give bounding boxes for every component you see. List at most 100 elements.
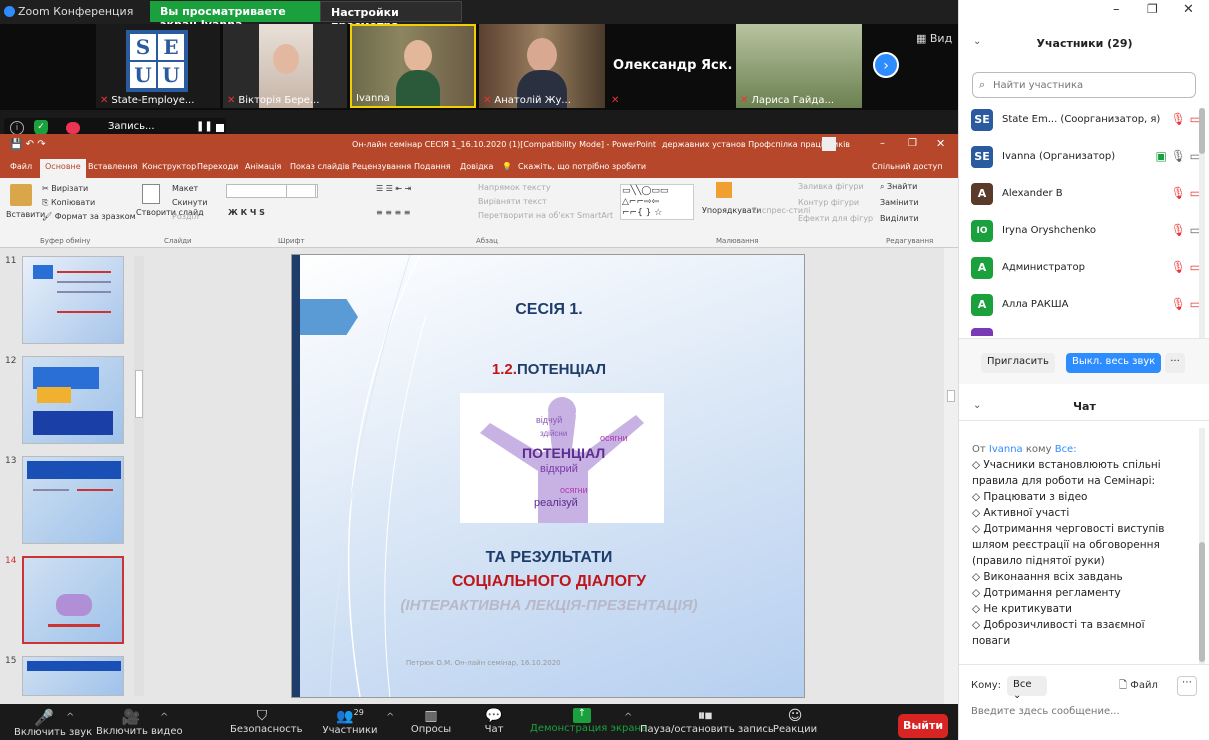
mic-icon[interactable]: 🎙 — [1167, 149, 1186, 163]
video-tile[interactable]: ✕ Анатолій Жу... — [479, 24, 605, 108]
align-buttons[interactable]: ≡ ≡ ≡ ≡ — [376, 208, 410, 217]
chat-recipient-select[interactable]: Все ⌄ — [1007, 676, 1047, 701]
more-options-button[interactable]: ... — [1165, 353, 1185, 373]
mute-all-button[interactable]: Выкл. весь звук — [1066, 353, 1162, 373]
slide-thumbnail-selected[interactable] — [22, 556, 124, 644]
tab-view[interactable]: Подання — [414, 162, 451, 171]
shapes-gallery[interactable]: ▭╲╲◯▭▭ △⌐⌐⇨⇦ ⌐⌐{ } ☆ — [620, 184, 694, 220]
participant-row[interactable]: A Администратор 🎙 ▭ — [971, 254, 1201, 284]
tab-transitions[interactable]: Переходи — [197, 162, 238, 171]
chevron-up-icon[interactable]: ^ — [66, 712, 74, 723]
participants-button[interactable]: 👥29 Участники — [322, 708, 378, 736]
participant-row[interactable]: IO Iryna Oryshchenko 🎙 ▭ — [971, 217, 1201, 247]
bold-italic-underline-buttons[interactable]: Ж К Ч S — [228, 208, 265, 217]
replace-button[interactable]: Замінити — [880, 198, 919, 207]
chat-button[interactable]: 💬 Чат — [474, 708, 514, 735]
paste-icon[interactable] — [10, 184, 32, 206]
chat-file-button[interactable]: 🗋 Файл — [1119, 678, 1158, 695]
slide-thumbnail[interactable] — [22, 456, 124, 544]
next-page-arrow-icon[interactable]: › — [873, 52, 899, 78]
thumb-scrollbar[interactable] — [134, 256, 144, 696]
paste-button[interactable]: Вставити — [6, 210, 45, 219]
shape-outline-button[interactable]: Контур фігури — [798, 198, 859, 207]
close-icon[interactable]: ✕ — [936, 137, 945, 150]
tab-insert[interactable]: Вставлення — [88, 162, 137, 171]
minimize-icon[interactable]: – — [1113, 2, 1120, 17]
slide-scrollbar[interactable] — [944, 248, 958, 704]
chevron-up-icon[interactable]: ^ — [624, 712, 632, 723]
account-avatar[interactable] — [822, 137, 836, 151]
video-tile[interactable]: ✕ Вікторія Бере... — [223, 24, 347, 108]
pause-icon[interactable]: ❚❚ — [196, 121, 213, 132]
format-painter-button[interactable]: 🖌 Формат за зразком — [42, 212, 136, 221]
chat-scrollbar[interactable] — [1199, 428, 1205, 664]
unmute-button[interactable]: 🎤 Включить звук — [14, 708, 92, 738]
font-size-select[interactable] — [286, 184, 316, 198]
chat-message-input[interactable] — [971, 702, 1197, 720]
shape-effects-button[interactable]: Ефекти для фігур — [798, 214, 873, 223]
ppt-quick-access-icons[interactable]: 💾 ↶ ↷ — [10, 139, 46, 150]
reactions-button[interactable]: ☺ Реакции — [770, 708, 820, 735]
close-icon[interactable]: ✕ — [1183, 2, 1194, 17]
tab-slideshow[interactable]: Показ слайдів — [290, 162, 350, 171]
participant-row[interactable]: SE Ivanna (Организатор) ▣ 🎙 ▭ — [971, 143, 1201, 173]
participant-row[interactable]: A Alexander B 🎙 ▭ — [971, 180, 1201, 210]
mic-muted-icon[interactable]: 🎙 — [1171, 297, 1186, 311]
new-slide-icon[interactable] — [142, 184, 160, 204]
reset-button[interactable]: Скинути — [172, 198, 207, 207]
smartart-button[interactable]: Перетворити на об'єкт SmartArt — [478, 211, 613, 220]
list-buttons[interactable]: ☰ ☰ ⇤ ⇥ — [376, 184, 411, 193]
participants-scrollbar[interactable] — [1199, 108, 1205, 338]
video-tile[interactable]: Олександр Яск... ✕ — [607, 24, 733, 108]
mic-muted-icon[interactable]: 🎙 — [1171, 260, 1186, 274]
video-tile[interactable]: S E U U ✕ State-Employe... — [96, 24, 220, 108]
restore-icon[interactable]: ❐ — [908, 138, 917, 149]
cut-button[interactable]: ✂ Вирізати — [42, 184, 88, 193]
slide-thumbnail[interactable] — [22, 656, 124, 696]
participant-row[interactable]: A Алла РАКША 🎙 ▭ — [971, 291, 1201, 321]
arrange-icon[interactable] — [716, 182, 732, 198]
minimize-icon[interactable]: – — [880, 138, 885, 149]
tab-file[interactable]: Файл — [10, 162, 32, 171]
gallery-view-button[interactable]: ▦ Вид — [916, 32, 952, 45]
tab-design[interactable]: Конструктор — [142, 162, 196, 171]
copy-button[interactable]: ⎘ Копіювати — [42, 198, 95, 208]
section-button[interactable]: Розділ — [172, 212, 199, 221]
ppt-share-button[interactable]: Спільний доступ — [872, 162, 943, 171]
participant-search-input[interactable] — [993, 77, 1189, 93]
view-options-button[interactable]: Настройки просмотра ⌄ — [320, 1, 462, 32]
video-tile-active-speaker[interactable]: Ivanna — [350, 24, 476, 108]
leave-meeting-button[interactable]: Выйти — [898, 714, 948, 738]
participant-row[interactable]: SE State Em... (Соорганизатор, я) 🎙 ▭ — [971, 106, 1201, 136]
align-text-button[interactable]: Вирівняти текст — [478, 197, 547, 206]
text-direction-button[interactable]: Напрямок тексту — [478, 183, 551, 192]
select-button[interactable]: Виділити — [880, 214, 919, 223]
chevron-up-icon[interactable]: ^ — [160, 712, 168, 723]
info-icon[interactable]: i — [10, 121, 24, 135]
tab-help[interactable]: Довідка — [460, 162, 493, 171]
participant-search[interactable]: ⌕ — [972, 72, 1196, 98]
slide-thumbnail[interactable] — [22, 356, 124, 444]
find-button[interactable]: ⌕ Знайти — [880, 182, 917, 192]
chevron-up-icon[interactable]: ^ — [386, 712, 394, 723]
tab-review[interactable]: Рецензування — [352, 162, 411, 171]
mic-muted-icon[interactable]: 🎙 — [1171, 112, 1186, 126]
stop-icon[interactable] — [216, 124, 224, 132]
mic-muted-icon[interactable]: 🎙 — [1171, 223, 1186, 237]
main-slide[interactable]: СЕСІЯ 1. 1.2.ПОТЕНЦІАЛ ПОТЕНЦІАЛ відкрий… — [291, 254, 805, 698]
share-screen-button[interactable]: ↑ Демонстрация экрана — [530, 708, 647, 734]
mic-muted-icon[interactable]: 🎙 — [1171, 186, 1186, 200]
slide-thumbnail[interactable] — [22, 256, 124, 344]
chat-more-icon[interactable]: ⋯ — [1177, 676, 1197, 696]
start-video-button[interactable]: 🎥 Включить видео — [96, 708, 183, 737]
restore-icon[interactable]: ❐ — [1147, 2, 1158, 16]
shape-fill-button[interactable]: Заливка фігури — [798, 182, 864, 191]
invite-button[interactable]: Пригласить — [981, 353, 1055, 373]
layout-button[interactable]: Макет — [172, 184, 198, 193]
tab-animations[interactable]: Анімація — [245, 162, 281, 171]
polls-button[interactable]: ▥ Опросы — [408, 708, 454, 735]
record-control-button[interactable]: ⏸⏹ Пауза/остановить запись — [640, 708, 774, 735]
tell-me-search[interactable]: Скажіть, що потрібно зробити — [518, 162, 646, 171]
tab-home[interactable]: Основне — [40, 159, 86, 178]
chat-sender[interactable]: Ivanna — [989, 444, 1023, 455]
